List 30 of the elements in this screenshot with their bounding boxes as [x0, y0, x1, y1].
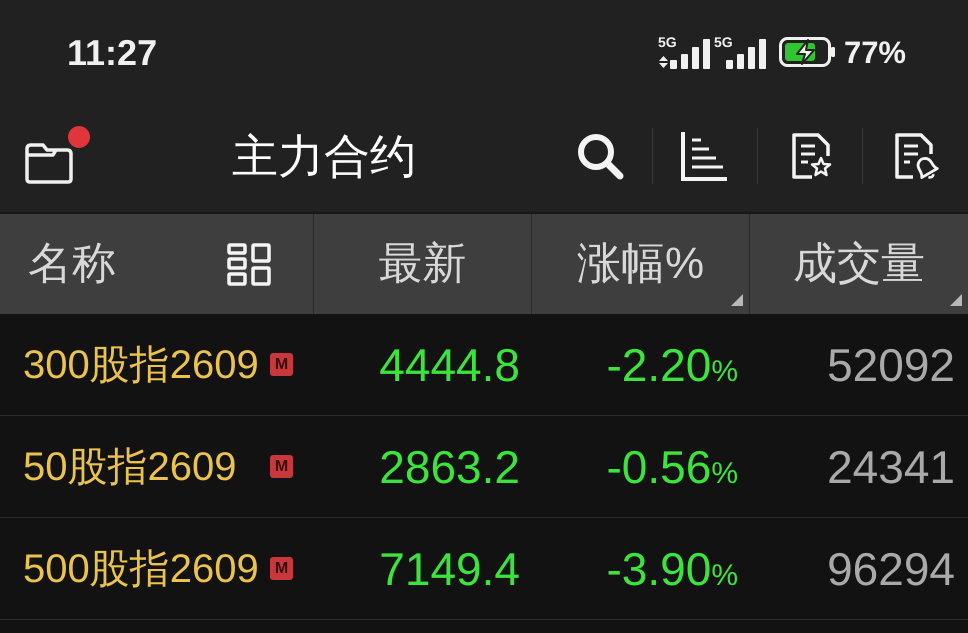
main-contract-tag: M: [270, 557, 293, 580]
main-contract-tag: M: [270, 353, 293, 376]
contract-name[interactable]: 300股指2609: [23, 344, 259, 384]
main-contract-tag: M: [270, 455, 293, 478]
trade-volume: 24341: [827, 444, 955, 490]
contract-name[interactable]: 500股指2609: [23, 548, 259, 588]
trade-volume: 96294: [827, 546, 955, 592]
folder-icon[interactable]: [24, 142, 74, 184]
trade-volume: 52092: [827, 342, 955, 388]
battery-percent: 77%: [844, 36, 906, 68]
latest-price: 7149.4: [379, 546, 520, 592]
network-type-label: 5G: [714, 35, 733, 49]
column-header[interactable]: 涨幅%: [576, 242, 704, 286]
column-header: 最新: [378, 242, 466, 286]
document-bell-icon[interactable]: [893, 132, 940, 180]
grid-icon[interactable]: [227, 242, 271, 286]
page-title: 主力合约: [232, 133, 416, 179]
latest-price: 4444.8: [379, 342, 520, 388]
change-percent: -0.56%: [606, 444, 738, 490]
column-header: 名称: [28, 242, 116, 286]
document-star-icon[interactable]: [790, 132, 832, 180]
bar-chart-icon[interactable]: [680, 130, 728, 182]
clock-time: 11:27: [67, 35, 158, 71]
search-icon[interactable]: [575, 131, 625, 181]
latest-price: 2863.2: [379, 444, 520, 490]
contract-name[interactable]: 50股指2609: [23, 446, 236, 486]
change-percent: -2.20%: [606, 342, 738, 388]
column-header[interactable]: 成交量: [793, 242, 925, 286]
change-percent: -3.90%: [606, 546, 738, 592]
network-type-label: 5G: [658, 35, 677, 49]
